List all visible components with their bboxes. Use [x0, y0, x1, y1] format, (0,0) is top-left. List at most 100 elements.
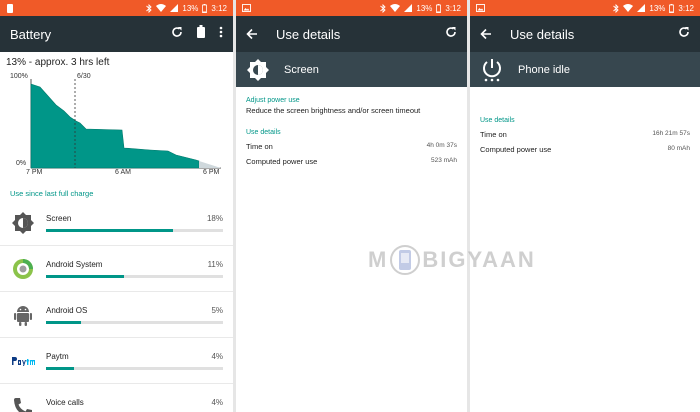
battery-estimate: 13% - approx. 3 hrs left — [6, 57, 110, 68]
watermark-logo-icon — [390, 241, 421, 279]
battery-percent: 13% — [416, 3, 433, 13]
battery-icon — [669, 3, 675, 13]
app-bar: Battery — [0, 16, 233, 52]
usage-item-paytm[interactable]: Paytm 4% — [0, 338, 233, 384]
power-use-label: Computed power use — [246, 157, 318, 166]
wifi-icon — [156, 4, 167, 12]
phone-icon — [10, 394, 36, 412]
page-title: Use details — [510, 26, 575, 42]
signal-icon — [637, 4, 646, 12]
battery-icon — [202, 3, 208, 13]
power-idle-icon — [480, 58, 504, 82]
usage-label: Paytm — [46, 351, 69, 361]
use-details-heading: Use details — [480, 117, 515, 124]
details-section: Use details Time on 16h 21m 57s Computed… — [470, 117, 700, 154]
status-time: 3:12 — [211, 3, 227, 13]
usage-list: Screen 18% Android System 11% Android OS… — [0, 200, 233, 412]
bluetooth-icon — [146, 3, 153, 13]
adjust-power-heading: Adjust power use — [246, 97, 300, 104]
app-name: Phone idle — [518, 63, 570, 76]
usage-bar — [46, 228, 223, 232]
brightness-icon — [10, 210, 36, 236]
usage-bar-fill — [46, 366, 75, 370]
signal-icon — [404, 4, 413, 12]
time-on-label: Time on — [246, 142, 273, 151]
usage-bar — [46, 274, 223, 278]
signal-icon — [170, 4, 179, 12]
section-label-usage: Use since last full charge — [10, 189, 94, 198]
usage-bar-fill — [46, 274, 124, 278]
usage-percent: 4% — [211, 351, 223, 361]
app-name: Screen — [284, 63, 319, 76]
chart-x-label-2: 6 PM — [203, 169, 220, 176]
usage-bar — [46, 320, 223, 324]
usage-percent: 18% — [206, 213, 223, 223]
chart-x-label-0: 7 PM — [26, 169, 43, 176]
power-use-value: 523 mAh — [430, 157, 457, 164]
usage-label: Android OS — [46, 305, 88, 315]
time-on-label: Time on — [480, 130, 507, 139]
time-on-row: Time on 16h 21m 57s — [480, 130, 690, 139]
usage-item-screen[interactable]: Screen 18% — [0, 200, 233, 246]
android-icon — [10, 302, 36, 328]
back-arrow-icon[interactable] — [480, 28, 492, 40]
app-header: Phone idle — [470, 52, 700, 87]
page-title: Battery — [10, 26, 52, 42]
battery-icon — [436, 3, 442, 13]
wifi-icon — [623, 4, 634, 12]
app-header: Screen — [236, 52, 467, 87]
power-use-label: Computed power use — [480, 145, 552, 154]
details-section: Adjust power use Reduce the screen brigh… — [236, 97, 467, 166]
app-bar: Use details — [470, 16, 700, 52]
adjust-power-text[interactable]: Reduce the screen brightness and/or scre… — [246, 106, 457, 115]
usage-label: Voice calls — [46, 397, 84, 407]
wifi-icon — [390, 4, 401, 12]
battery-percent: 13% — [649, 3, 666, 13]
usage-item-voice-calls[interactable]: Voice calls 4% — [0, 384, 233, 412]
brightness-icon — [246, 58, 270, 82]
usage-percent: 5% — [211, 305, 223, 315]
screen-details-panel: 13% 3:12 Use details Screen Adjust power… — [236, 0, 467, 412]
usage-item-android-os[interactable]: Android OS 5% — [0, 292, 233, 338]
time-on-row: Time on 4h 0m 37s — [246, 142, 457, 151]
watermark-text-left: M — [368, 247, 389, 272]
usage-bar — [46, 366, 223, 370]
battery-level-area — [30, 83, 200, 169]
paytm-icon — [10, 348, 36, 374]
time-on-value: 16h 21m 57s — [652, 130, 690, 137]
bluetooth-icon — [380, 3, 387, 13]
back-arrow-icon[interactable] — [246, 28, 258, 40]
android-system-icon — [10, 256, 36, 282]
status-time: 3:12 — [678, 3, 694, 13]
battery-panel: 13% 3:12 Battery 13% - approx. 3 hrs lef… — [0, 0, 233, 412]
watermark: M BIGYAAN — [368, 241, 536, 279]
usage-bar-fill — [46, 228, 174, 232]
usage-label: Screen — [46, 213, 72, 223]
image-notification-icon — [476, 4, 485, 12]
usage-item-android-system[interactable]: Android System 11% — [0, 246, 233, 292]
page-title: Use details — [276, 26, 341, 42]
battery-history-chart[interactable]: 100% 0% 6/30 7 PM 6 AM 6 PM — [0, 71, 233, 179]
usage-percent: 11% — [207, 259, 223, 269]
watermark-text-right: BIGYAAN — [422, 247, 536, 272]
image-notification-icon — [242, 4, 251, 12]
battery-percent: 13% — [182, 3, 199, 13]
power-use-value: 80 mAh — [667, 145, 690, 152]
status-time: 3:12 — [445, 3, 461, 13]
notification-icon — [6, 3, 14, 13]
power-use-row: Computed power use 80 mAh — [480, 145, 690, 154]
battery-saver-icon[interactable] — [197, 25, 205, 43]
power-use-row: Computed power use 523 mAh — [246, 157, 457, 166]
status-bar: 13% 3:12 — [236, 0, 467, 16]
overflow-menu-icon[interactable] — [219, 25, 223, 43]
refresh-icon[interactable] — [171, 25, 183, 43]
time-on-value: 4h 0m 37s — [426, 142, 457, 149]
refresh-icon[interactable] — [678, 25, 690, 43]
chart-x-label-1: 6 AM — [115, 169, 131, 176]
use-details-heading: Use details — [246, 129, 281, 136]
usage-percent: 4% — [211, 397, 223, 407]
refresh-icon[interactable] — [445, 25, 457, 43]
phone-idle-details-panel: 13% 3:12 Use details Phone idle Use deta… — [470, 0, 700, 412]
usage-bar-fill — [46, 320, 82, 324]
app-bar: Use details — [236, 16, 467, 52]
